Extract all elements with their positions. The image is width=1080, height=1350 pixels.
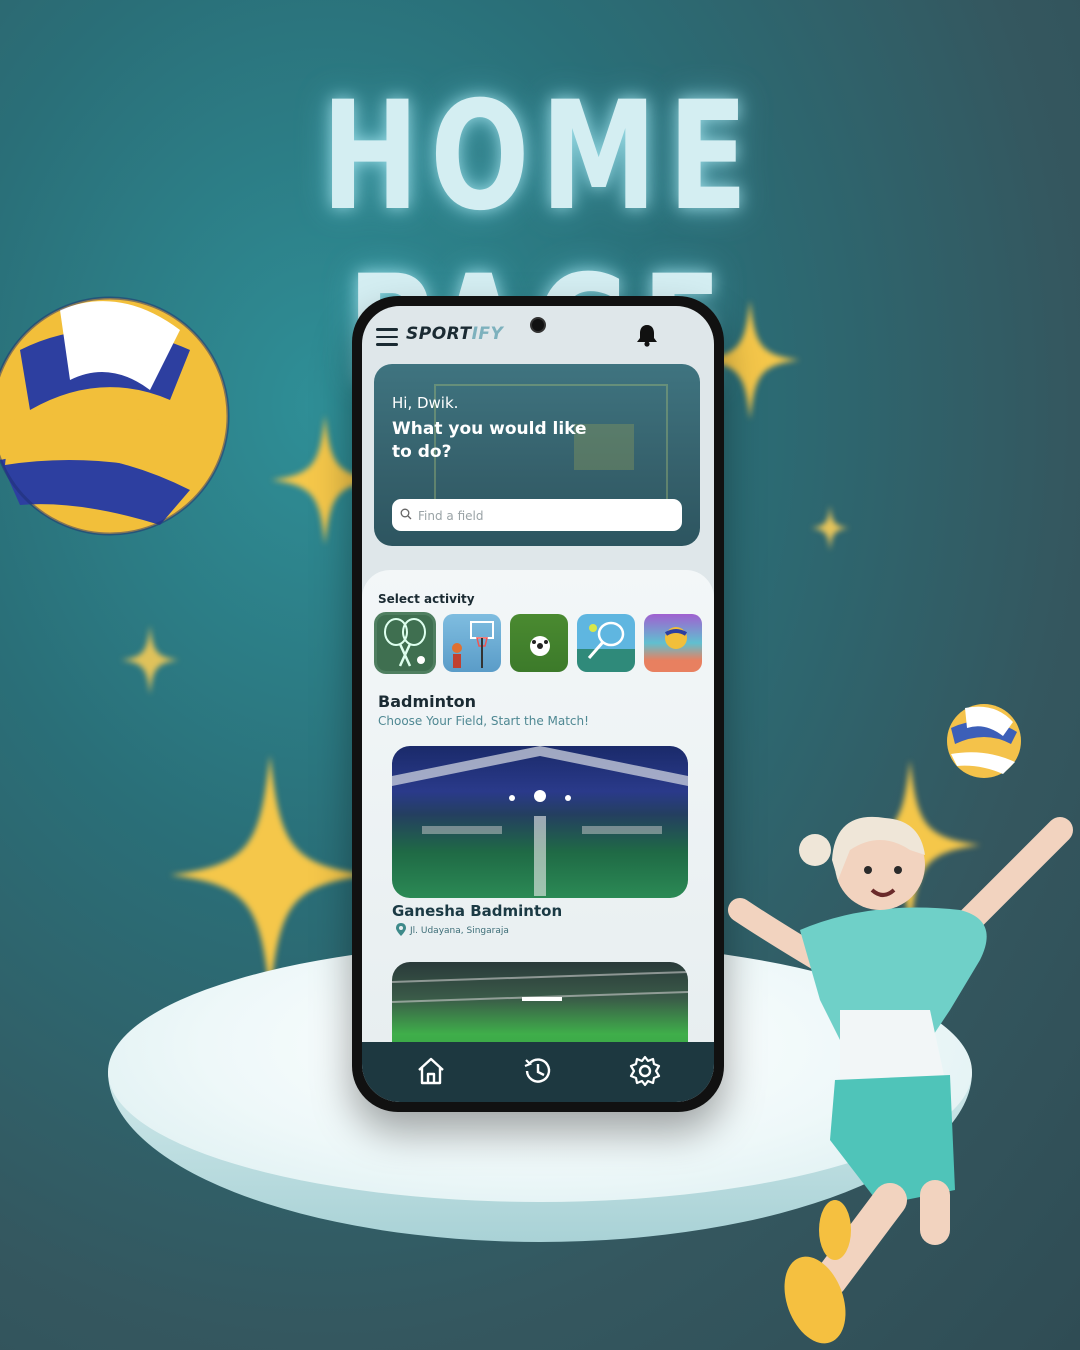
sparkle-decoration [120,625,180,695]
logo-text-dark: SPORT [406,324,472,344]
activity-list [374,612,702,674]
app-top-bar: SPORTIFY [362,306,714,366]
volleyball-illustration [0,296,230,536]
basketball-hoop-icon [452,621,494,668]
section-title: Badminton [378,692,477,711]
search-icon [400,508,412,520]
activity-badminton[interactable] [374,612,436,674]
volleyball-icon [664,627,688,649]
search-input[interactable] [416,499,670,533]
greeting-text: Hi, Dwik. [392,394,459,412]
football-icon [530,636,550,656]
home-icon[interactable] [414,1054,448,1088]
hero-card: Hi, Dwik. What you would like to do? [374,364,700,546]
front-camera [530,317,546,333]
venue-location: Jl. Udayana, Singaraja [410,926,509,936]
hamburger-menu-icon[interactable] [376,328,398,346]
badminton-racket-icon [384,618,426,667]
history-icon[interactable] [521,1054,555,1088]
phone-mockup: SPORTIFY Hi, Dwik. What you would like t… [352,296,724,1112]
activity-football[interactable] [510,614,568,672]
phone-screen: SPORTIFY Hi, Dwik. What you would like t… [362,306,714,1102]
content-sheet: Select activity Badminton Choose Your Fi… [362,570,714,1082]
bell-icon[interactable] [636,323,658,347]
search-bar[interactable] [392,499,682,533]
venue-name[interactable]: Ganesha Badminton [392,902,562,920]
activity-volleyball[interactable] [644,614,702,672]
venue-card-image[interactable] [392,746,688,898]
activity-tennis[interactable] [577,614,635,672]
badminton-hall-photo [392,746,688,896]
location-pin-icon [396,923,406,936]
bottom-navigation-bar [362,1042,714,1102]
volleyball-illustration [947,704,1021,778]
sparkle-decoration [810,505,850,551]
settings-gear-icon[interactable] [628,1054,662,1088]
tennis-racket-icon [587,621,625,659]
volleyball-player-character-illustration [728,816,1073,1344]
app-logo: SPORTIFY [406,324,503,344]
activity-basketball[interactable] [443,614,501,672]
section-subtitle: Choose Your Field, Start the Match! [378,714,589,728]
logo-text-accent: IFY [471,324,504,344]
select-activity-title: Select activity [378,592,475,606]
hero-question: What you would like to do? [392,419,587,462]
